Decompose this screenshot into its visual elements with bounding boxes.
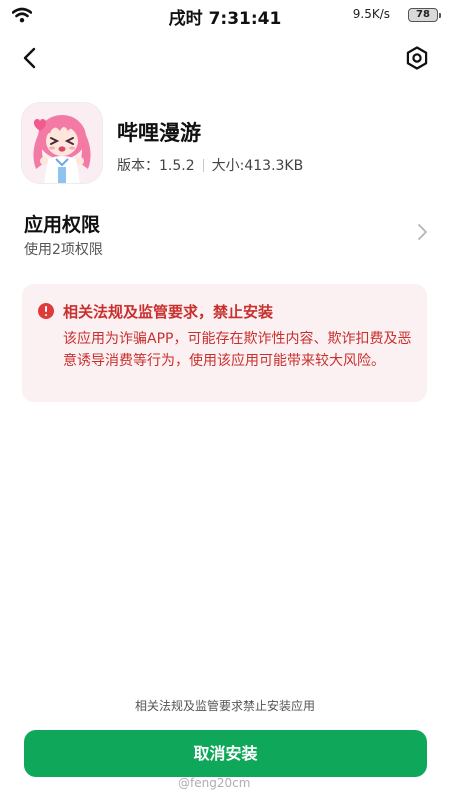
status-bar: 戌时 7:31:41 9.5K/s 78	[0, 0, 450, 30]
settings-icon[interactable]	[404, 45, 430, 71]
footer-note: 相关法规及监管要求禁止安装应用	[134, 699, 315, 713]
warning-title: 相关法规及监管要求，禁止安装	[63, 303, 274, 321]
meta-divider	[202, 158, 204, 172]
permissions-subtitle: 使用2项权限	[24, 242, 103, 258]
app-icon	[22, 103, 102, 183]
watermark: @feng20cm	[178, 776, 251, 790]
anime-girl-icon	[22, 103, 102, 183]
permissions-title: 应用权限	[24, 214, 101, 236]
permissions-row[interactable]: 应用权限 使用2项权限	[0, 200, 450, 270]
chevron-right-icon	[418, 224, 427, 240]
warning-body: 该应用为诈骗APP，可能存在欺诈性内容、欺诈扣费及恶意诱导消费等行为，使用该应用…	[63, 331, 412, 369]
network-speed: 9.5K/s	[352, 7, 390, 21]
alert-icon	[38, 303, 54, 319]
battery-indicator: 78	[408, 8, 441, 22]
app-version: 版本：1.5.2	[117, 158, 195, 174]
warning-card: 相关法规及监管要求，禁止安装 该应用为诈骗APP，可能存在欺诈性内容、欺诈扣费及…	[22, 284, 427, 402]
app-meta: 版本：1.5.2 大小:413.3KB	[117, 155, 303, 175]
app-size: 大小:413.3KB	[211, 158, 304, 174]
app-name: 哔哩漫游	[117, 121, 201, 145]
back-button[interactable]	[18, 45, 44, 71]
cancel-install-button[interactable]: 取消安装	[24, 730, 427, 777]
